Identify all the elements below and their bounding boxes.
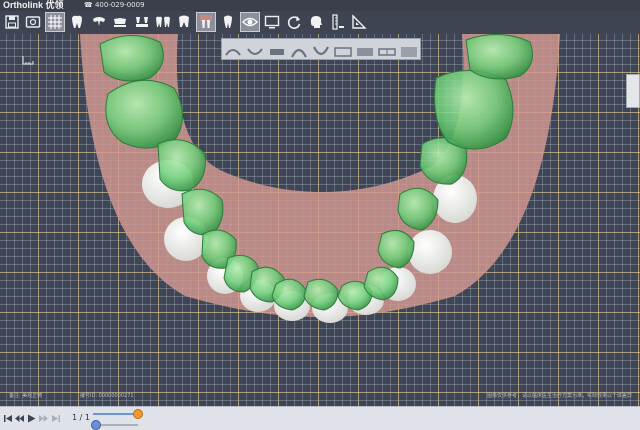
lower-occlusal-view-icon[interactable] (246, 43, 264, 55)
play-icon[interactable] (26, 413, 37, 424)
phone-number: ☎ 400-029-0009 (84, 1, 145, 9)
front-view-icon[interactable] (268, 43, 286, 55)
skip-start-icon[interactable] (3, 413, 14, 424)
upper-occlusal-view-icon[interactable] (224, 43, 242, 56)
skip-end-icon[interactable] (50, 413, 61, 424)
visibility-eye-icon[interactable] (240, 12, 260, 32)
left-view-icon[interactable] (334, 43, 352, 57)
remark-text: 备注: 美观正畸 (9, 393, 43, 399)
grid-icon[interactable] (45, 12, 65, 32)
back-view-icon[interactable] (378, 43, 396, 56)
lower-arch-view-icon[interactable] (312, 43, 330, 56)
monitor-icon[interactable] (262, 12, 282, 32)
disclaimer-text: 图像仅供参考，请以临床医生治疗方案为准，实际效果以个体差异 (486, 393, 632, 399)
ortholink-logo: Ortholink 优领 (3, 0, 64, 10)
full-view-icon[interactable] (400, 43, 418, 57)
teeth-icon[interactable] (174, 12, 194, 32)
gum-tooth-icon[interactable] (196, 12, 216, 32)
save-icon[interactable] (2, 12, 22, 32)
tooth-view-icon[interactable] (67, 12, 87, 32)
scale-marker-icon (22, 56, 34, 65)
head-profile-icon[interactable] (306, 12, 326, 32)
case-id-text: 编号ID: 00000000271 (80, 393, 134, 399)
view-preset-strip (221, 38, 421, 60)
refresh-icon[interactable] (284, 12, 304, 32)
lower-jaw-icon[interactable] (110, 12, 130, 32)
frame-slider-handle[interactable] (133, 409, 143, 419)
rewind-icon[interactable] (14, 413, 25, 424)
right-view-icon[interactable] (356, 43, 374, 56)
triangle-ruler-icon[interactable] (349, 12, 369, 32)
screenshot-icon[interactable] (23, 12, 43, 32)
side-panel-toggle[interactable] (626, 74, 640, 108)
teeth-icon[interactable] (153, 12, 173, 32)
title-bar: Ortholink 优领 ☎ 400-029-0009 (0, 0, 640, 11)
frame-slider-track[interactable] (93, 413, 138, 415)
bracket-icon[interactable] (132, 12, 152, 32)
dental-arch-model (80, 34, 560, 323)
upper-arch-view-icon[interactable] (290, 43, 308, 58)
3d-viewport[interactable]: 备注: 美观正畸 编号ID: 00000000271 图像仅供参考，请以临床医生… (0, 34, 640, 406)
ruler-icon[interactable] (328, 12, 348, 32)
upper-jaw-icon[interactable] (89, 12, 109, 32)
fast-forward-icon[interactable] (38, 413, 49, 424)
phone-text: 400-029-0009 (94, 1, 145, 9)
frame-counter: 1 / 1 (72, 413, 90, 422)
playback-bar: 1 / 1 (0, 406, 640, 430)
single-tooth-icon[interactable] (218, 12, 238, 32)
main-toolbar (0, 11, 640, 35)
